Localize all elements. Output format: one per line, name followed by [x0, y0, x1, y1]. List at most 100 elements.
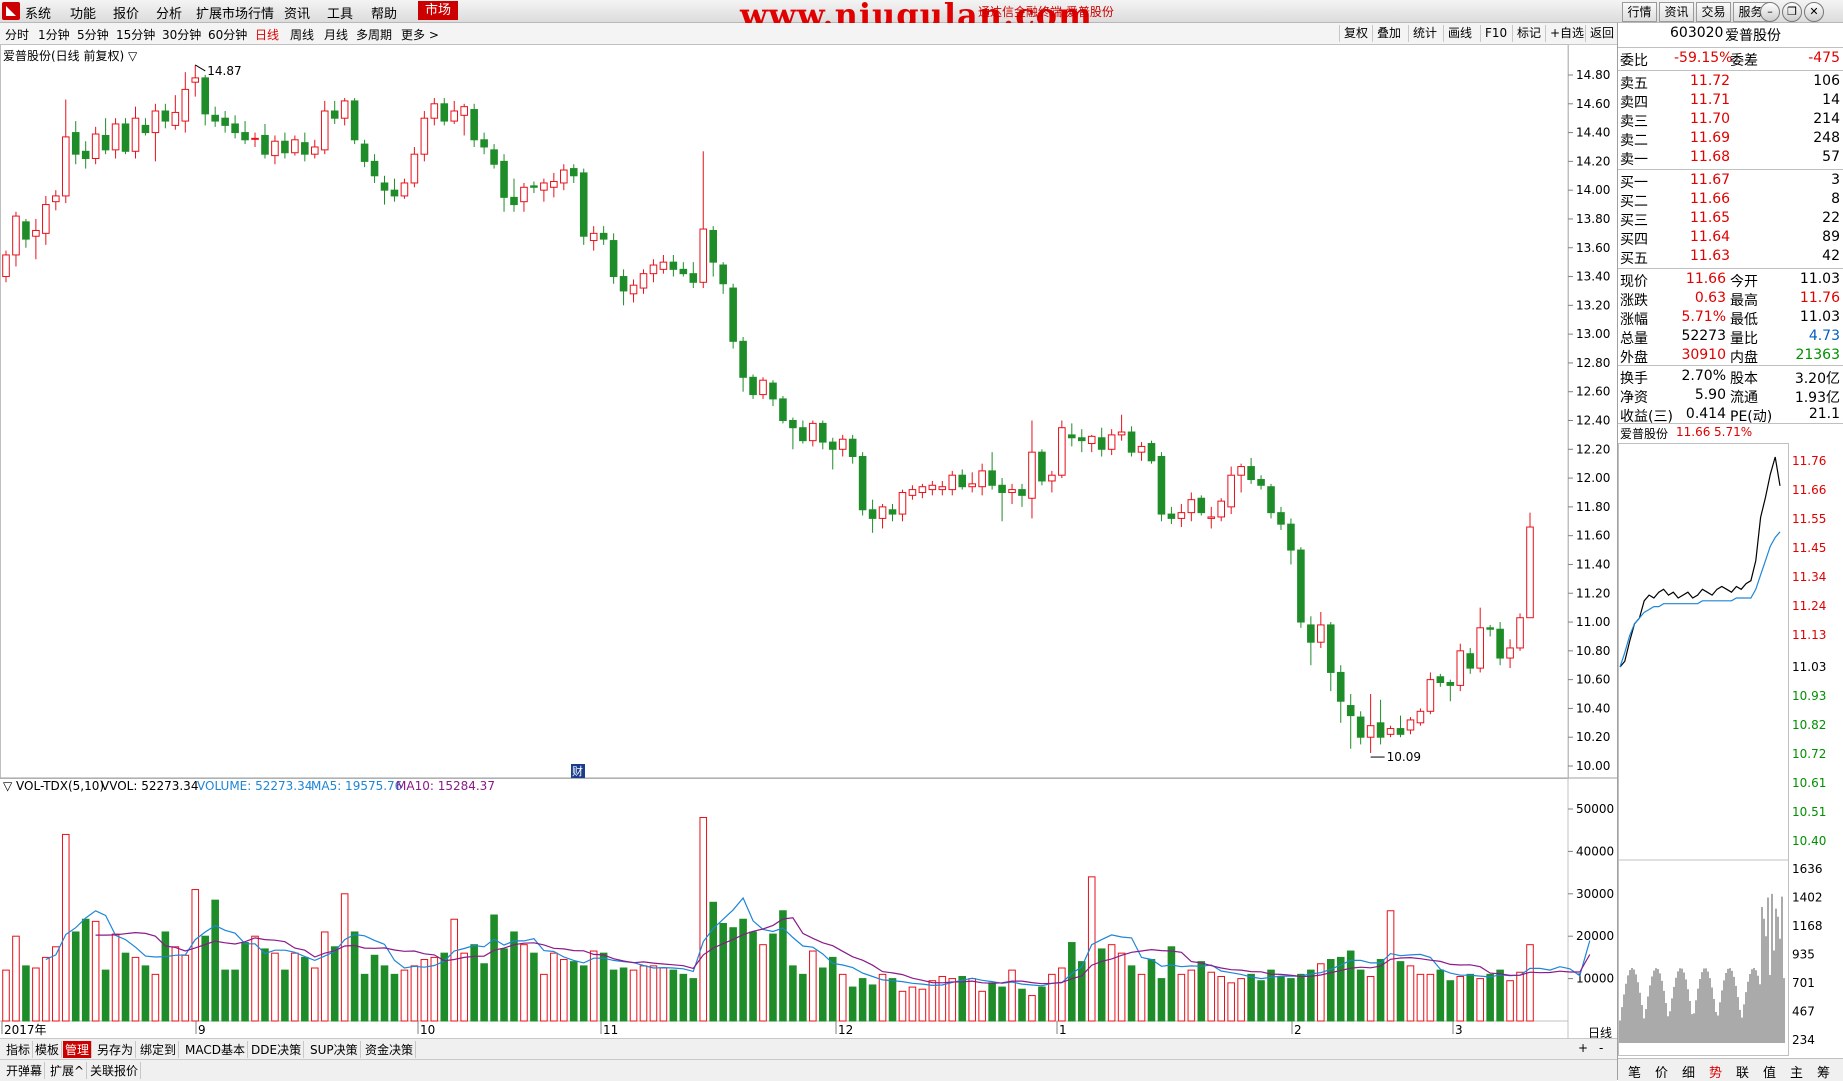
- app-logo-icon[interactable]: [2, 2, 20, 20]
- stat-label: 外盘: [1620, 350, 1648, 366]
- candle: [1097, 427, 1106, 457]
- indicator-tab-2[interactable]: 管理: [63, 1041, 93, 1058]
- period-tab-8[interactable]: 月线: [324, 26, 348, 43]
- quote-tab-7[interactable]: 筹: [1817, 1062, 1830, 1081]
- extension-tab-0[interactable]: 开弹幕: [4, 1062, 46, 1079]
- tool-button-4[interactable]: F10: [1480, 25, 1511, 42]
- market-button[interactable]: 市场: [418, 1, 458, 20]
- menu-item-7[interactable]: 帮助: [371, 3, 397, 22]
- top-button-0[interactable]: 行情: [1622, 2, 1657, 22]
- vol-tick-label: 50000: [1576, 802, 1614, 816]
- volume-bar: [928, 980, 937, 1022]
- bids-price[interactable]: 11.65: [1690, 210, 1730, 226]
- bids-price[interactable]: 11.64: [1690, 229, 1730, 245]
- period-tab-6[interactable]: 日线: [255, 26, 279, 43]
- zoom-out-button[interactable]: -: [1597, 1041, 1605, 1055]
- vol-indicator-name[interactable]: ▽ VOL-TDX(5,10): [3, 779, 104, 793]
- quote-tab-2[interactable]: 细: [1682, 1062, 1695, 1081]
- indicator-tab-5[interactable]: MACD基本: [183, 1041, 248, 1058]
- candle: [2, 250, 10, 283]
- menu-item-5[interactable]: 资讯: [284, 3, 310, 22]
- period-tab-3[interactable]: 15分钟: [116, 26, 155, 43]
- stat-value: 52273: [1681, 328, 1726, 344]
- tool-button-3[interactable]: 画线: [1443, 25, 1476, 42]
- candle: [729, 283, 737, 349]
- period-tab-7[interactable]: 周线: [290, 26, 314, 43]
- menu-item-0[interactable]: 系统: [25, 3, 51, 22]
- finance-event-icon[interactable]: 财: [571, 764, 585, 778]
- asks-price[interactable]: 11.69: [1690, 130, 1730, 146]
- candle-body: [71, 132, 80, 155]
- tool-button-5[interactable]: 标记: [1512, 25, 1545, 42]
- top-button-1[interactable]: 资讯: [1659, 2, 1694, 22]
- quote-tab-6[interactable]: 主: [1790, 1062, 1803, 1081]
- close-icon[interactable]: ✕: [1804, 2, 1824, 22]
- candle: [1227, 466, 1235, 515]
- period-tab-2[interactable]: 5分钟: [77, 26, 109, 43]
- menu-item-3[interactable]: 分析: [156, 3, 182, 22]
- candle-body: [978, 470, 986, 488]
- tool-button-1[interactable]: 叠加: [1372, 25, 1405, 42]
- kline-chart[interactable]: 14.80 14.60 14.40 14.20 14.00 13.80 13.60 13.40…: [0, 44, 1617, 1038]
- tool-button-2[interactable]: 统计: [1408, 25, 1441, 42]
- quote-panel: 603020 爱普股份 委比 -59.15% 委差 -475 卖五 11.72 10…: [1617, 23, 1843, 1081]
- zoom-in-button[interactable]: +: [1576, 1041, 1590, 1055]
- volume-bar: [779, 910, 787, 1022]
- indicator-tab-1[interactable]: 模板: [33, 1041, 63, 1058]
- candle: [1247, 457, 1255, 484]
- tool-button-7[interactable]: 返回: [1585, 25, 1618, 42]
- quote-tab-5[interactable]: 值: [1763, 1062, 1776, 1081]
- period-tab-5[interactable]: 60分钟: [208, 26, 247, 43]
- bids-price[interactable]: 11.66: [1690, 191, 1730, 207]
- candle-body: [1237, 466, 1245, 476]
- top-button-2[interactable]: 交易: [1696, 2, 1731, 22]
- extension-tab-1[interactable]: 扩展^: [48, 1062, 88, 1079]
- quote-tab-1[interactable]: 价: [1655, 1062, 1668, 1081]
- extension-tab-2[interactable]: 关联报价: [88, 1062, 142, 1079]
- minimize-icon[interactable]: –: [1760, 2, 1780, 22]
- candle: [291, 135, 299, 156]
- candle: [898, 489, 907, 522]
- menu-item-6[interactable]: 工具: [327, 3, 353, 22]
- menu-item-4[interactable]: 扩展市场行情: [196, 3, 274, 22]
- period-tab-10[interactable]: 更多 >: [401, 26, 439, 43]
- candle-body: [81, 150, 90, 159]
- volume-bar: [1506, 980, 1514, 1022]
- quote-tab-0[interactable]: 笔: [1628, 1062, 1641, 1081]
- intraday-chart[interactable]: 11.76 11.66 11.55 11.45 11.34 11.24 11.13 11.03…: [1618, 443, 1843, 1058]
- tool-button-0[interactable]: 复权: [1339, 25, 1372, 42]
- indicator-tab-0[interactable]: 指标: [4, 1041, 34, 1058]
- candle-body: [1137, 445, 1146, 453]
- indicator-tab-7[interactable]: SUP决策: [308, 1041, 361, 1058]
- finance-event-label[interactable]: 财: [572, 764, 583, 778]
- asks-price[interactable]: 11.70: [1690, 111, 1730, 127]
- volume-bar: [1396, 961, 1405, 1022]
- fundamental-label: 股本: [1730, 371, 1758, 387]
- asks-price[interactable]: 11.68: [1690, 149, 1730, 165]
- tool-button-6[interactable]: +自选: [1545, 25, 1588, 42]
- candle-body: [510, 196, 518, 206]
- bids-price[interactable]: 11.67: [1690, 172, 1730, 188]
- asks-price[interactable]: 11.71: [1690, 92, 1730, 108]
- candle: [1008, 483, 1016, 504]
- menu-item-2[interactable]: 报价: [113, 3, 139, 22]
- indicator-tab-6[interactable]: DDE决策: [249, 1041, 305, 1058]
- menu-item-1[interactable]: 功能: [70, 3, 96, 22]
- indicator-tab-4[interactable]: 绑定到: [138, 1041, 180, 1058]
- candle-body: [1336, 671, 1345, 702]
- indicator-tab-8[interactable]: 资金决策: [363, 1041, 417, 1058]
- period-tab-0[interactable]: 分时: [5, 26, 29, 43]
- indicator-tab-3[interactable]: 另存为: [95, 1041, 137, 1058]
- price-tick-label: 14.40: [1576, 126, 1610, 140]
- candle-body: [1227, 474, 1235, 508]
- quote-tab-3[interactable]: 势: [1709, 1062, 1722, 1081]
- quote-tab-4[interactable]: 联: [1736, 1062, 1749, 1081]
- bids-price[interactable]: 11.63: [1690, 248, 1730, 264]
- restore-icon[interactable]: ❐: [1782, 2, 1802, 22]
- candle: [1117, 414, 1126, 441]
- period-tab-9[interactable]: 多周期: [356, 26, 392, 43]
- candle: [360, 139, 369, 168]
- asks-price[interactable]: 11.72: [1690, 73, 1730, 89]
- period-tab-1[interactable]: 1分钟: [38, 26, 70, 43]
- period-tab-4[interactable]: 30分钟: [162, 26, 201, 43]
